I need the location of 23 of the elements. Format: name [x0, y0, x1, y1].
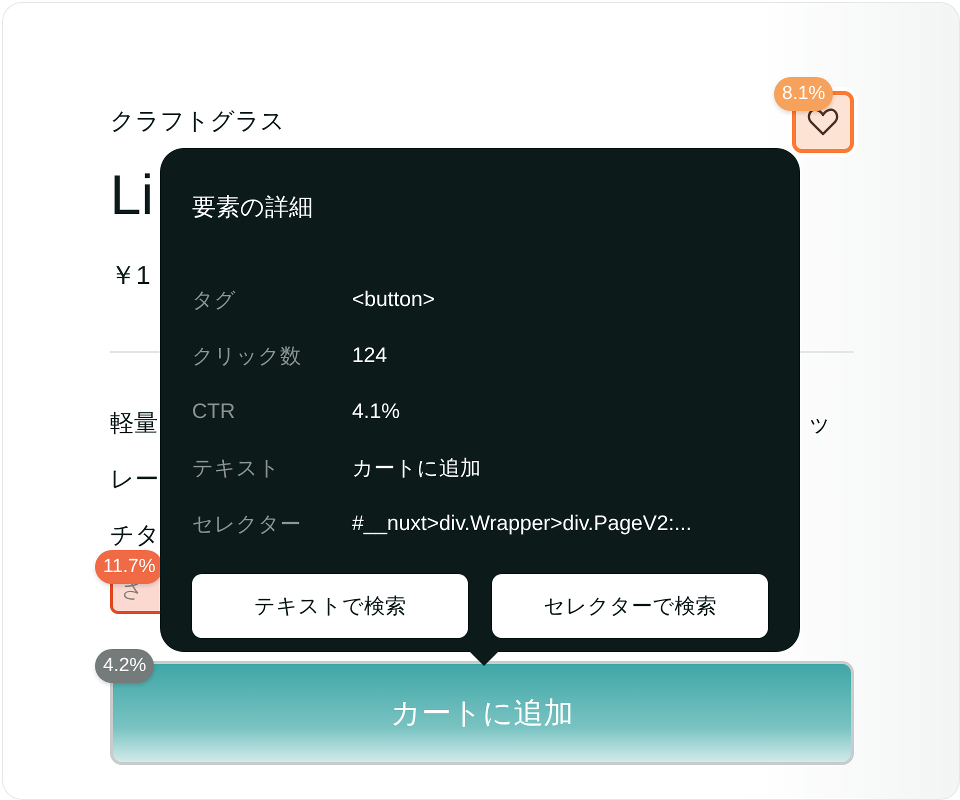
detail-value: カートに追加: [352, 456, 481, 482]
detail-value: #__nuxt>div.Wrapper>div.PageV2:...: [352, 512, 692, 536]
tooltip-title: 要素の詳細: [192, 193, 314, 223]
detail-label: セレクター: [192, 512, 302, 538]
category-label: クラフトグラス: [110, 107, 285, 137]
percentage-badge: 4.2%: [95, 649, 154, 683]
detail-label: クリック数: [192, 344, 302, 370]
detail-value: 124: [352, 344, 388, 368]
search-button[interactable]: テキストで検索: [192, 574, 468, 638]
detail-label: タグ: [192, 288, 237, 314]
product-title: Li: [110, 163, 154, 227]
detail-label: CTR: [192, 400, 236, 424]
percentage-badge: 8.1%: [774, 77, 834, 111]
description-text: チタ: [110, 521, 160, 551]
heart-icon: [807, 108, 839, 136]
description-text: 軽量: [110, 409, 158, 439]
detail-value: 4.1%: [352, 400, 400, 424]
detail-label: テキスト: [192, 456, 281, 482]
description-text: ッ: [807, 409, 832, 439]
product-price: ￥1: [110, 259, 150, 292]
description-text: レー: [110, 465, 159, 495]
search-button[interactable]: セレクターで検索: [492, 574, 768, 638]
detail-value: <button>: [352, 288, 435, 312]
